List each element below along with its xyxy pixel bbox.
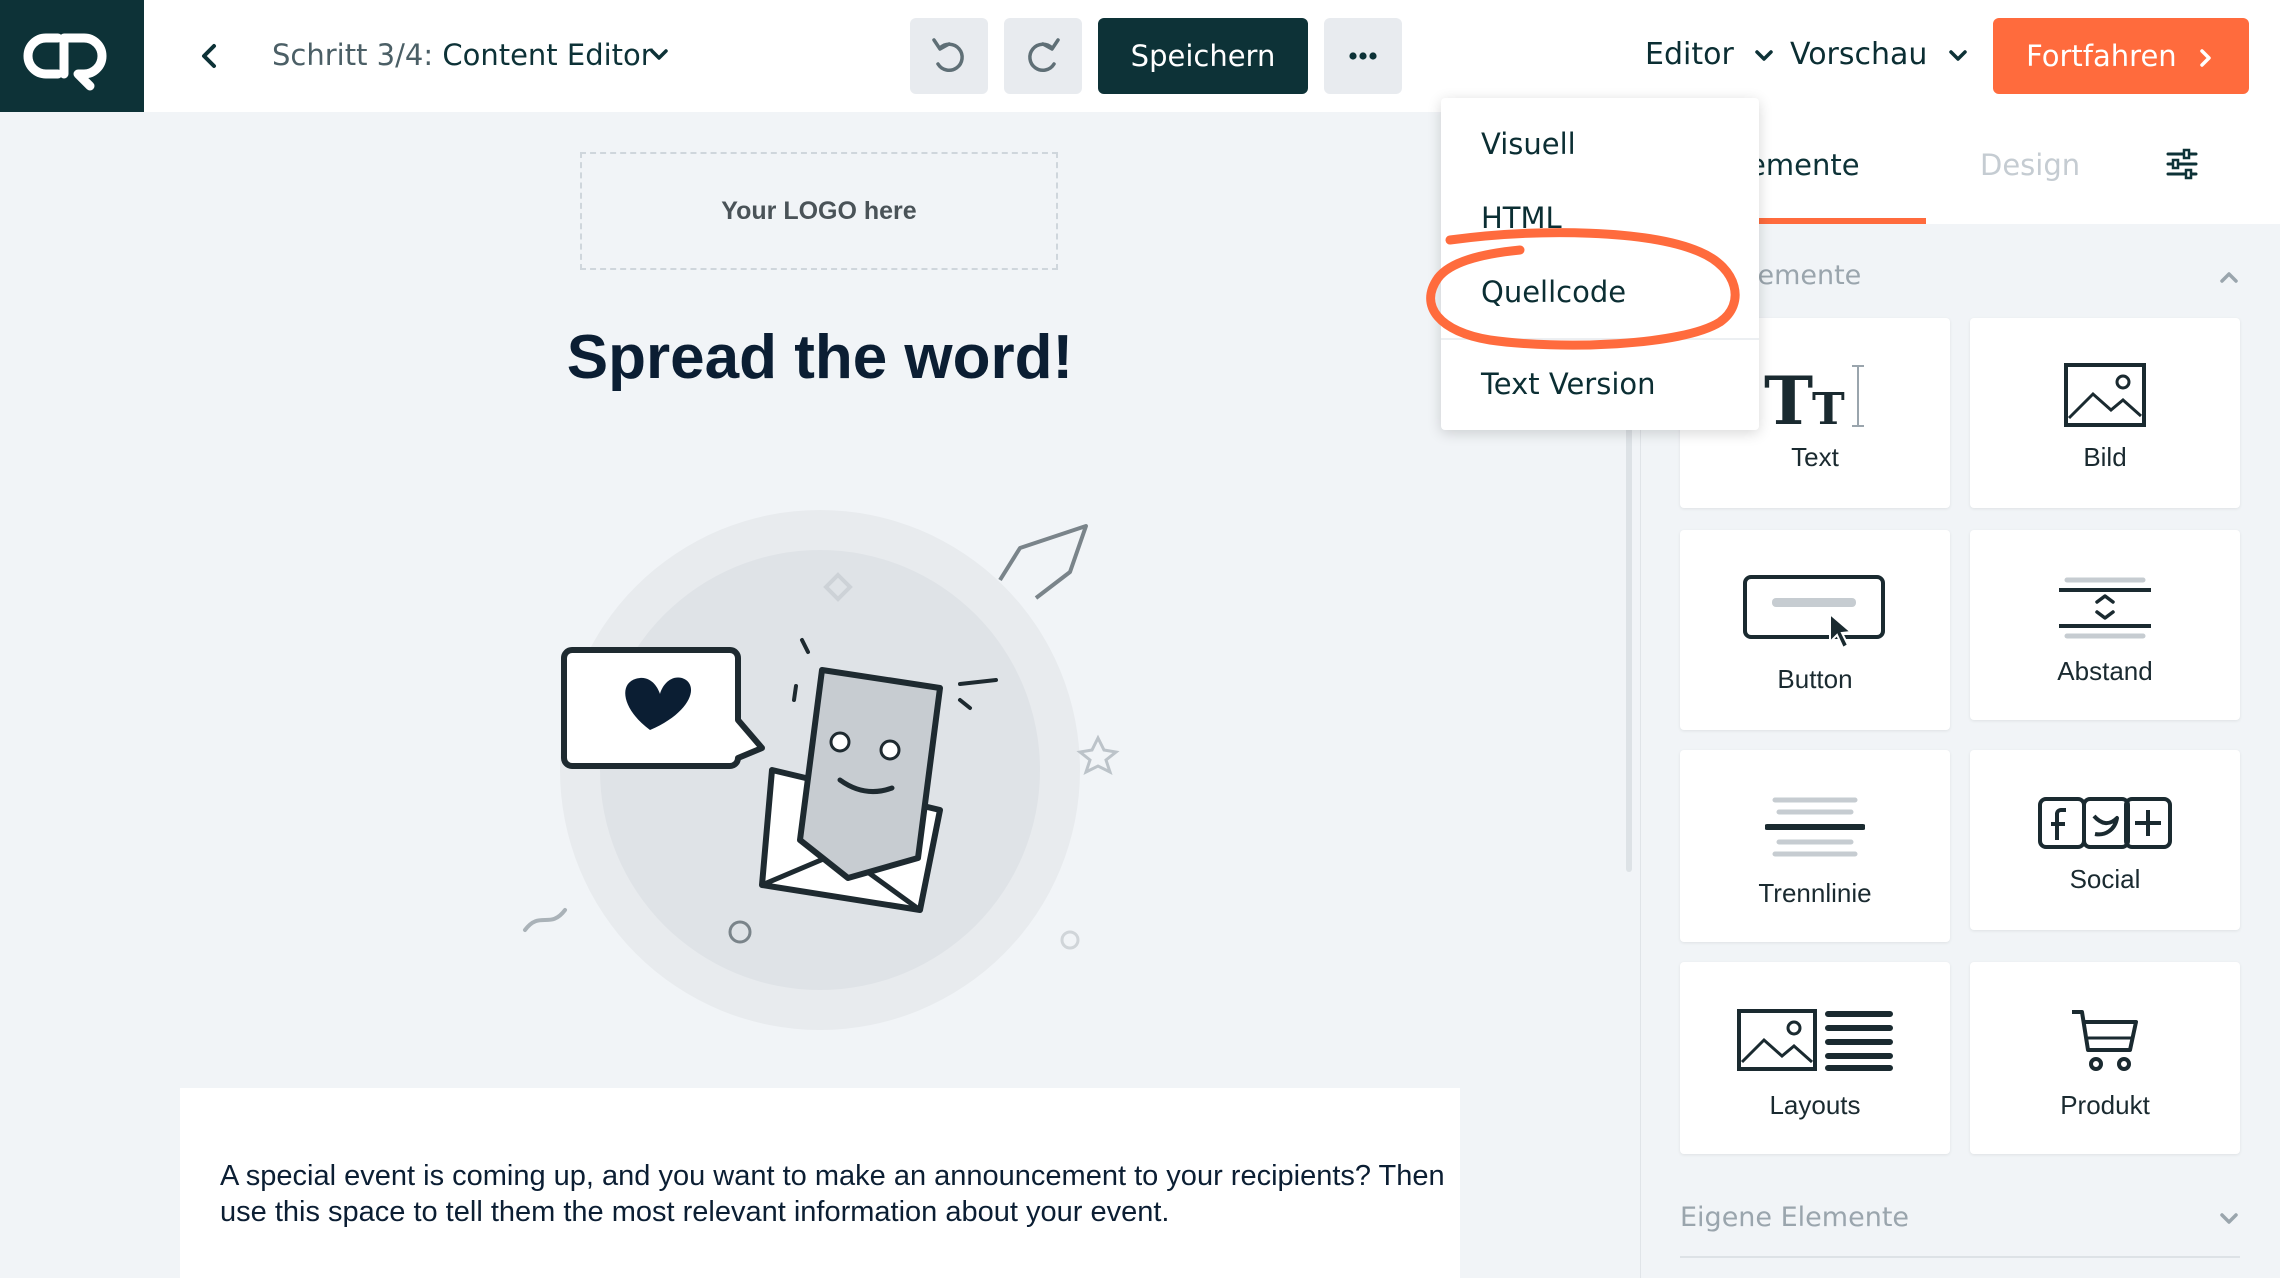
hero-illustration[interactable] [500,480,1120,1040]
divider-icon [1765,797,1865,857]
tile-label: Social [2069,864,2141,894]
tile-divider[interactable]: Trennlinie [1680,750,1950,942]
tile-label: Layouts [1769,1090,1861,1120]
chevron-down-icon [1949,49,1967,61]
chevron-down-icon [1755,49,1774,61]
continue-button-label: Fortfahren [2026,39,2177,73]
headline[interactable]: Spread the word! [300,318,1340,398]
more-options-button[interactable] [1324,18,1402,94]
redo-button[interactable] [1004,18,1082,94]
step-prefix: Schritt 3/4: [272,38,434,72]
menu-item-text-version[interactable]: Text Version [1481,362,1656,406]
chevron-down-icon[interactable] [2216,1206,2242,1232]
section-own-elements[interactable]: Eigene Elemente [1680,1198,1909,1238]
step-indicator[interactable]: Schritt 3/4: Content Editor [272,30,653,80]
redo-icon [1028,38,1060,72]
tile-social[interactable]: Social [1970,750,2240,930]
body-text[interactable]: A special event is coming up, and you wa… [220,1158,1460,1230]
tile-label: Produkt [2060,1090,2150,1120]
app-logo[interactable] [0,0,144,112]
back-arrow-icon[interactable] [196,38,220,74]
undo-button[interactable] [910,18,988,94]
social-icon [2038,797,2172,849]
cart-icon [2072,1010,2138,1071]
tile-label: Button [1777,664,1853,694]
logo-icon [23,33,107,91]
settings-sliders-icon[interactable] [2164,146,2200,182]
section-divider [1680,1256,2240,1258]
svg-text:T: T [1812,384,1845,432]
save-button[interactable]: Speichern [1098,18,1308,94]
menu-item-visual[interactable]: Visuell [1481,122,1576,166]
tab-design[interactable]: Design [1980,140,2080,190]
highlight-annotation [1420,222,1750,352]
preview-menu[interactable]: Vorschau [1790,30,1969,80]
preview-menu-label: Vorschau [1790,37,1928,72]
continue-button[interactable]: Fortfahren [1993,18,2249,94]
chevron-down-icon[interactable] [648,44,670,66]
logo-placeholder[interactable]: Your LOGO here [580,152,1058,270]
more-icon [1349,52,1377,60]
tile-spacing[interactable]: Abstand [1970,530,2240,720]
chevron-right-icon [2200,49,2211,67]
tile-button[interactable]: Button [1680,530,1950,730]
editor-menu[interactable]: Editor [1645,30,1775,80]
undo-icon [932,38,964,72]
tile-image[interactable]: Bild [1970,318,2240,508]
svg-text:T: T [1764,362,1813,432]
editor-menu-label: Editor [1645,37,1734,72]
tile-label: Abstand [2057,656,2153,686]
text-icon: T T [1764,362,1864,432]
spacing-icon [2059,577,2151,639]
tile-label: Text [1791,442,1839,472]
button-icon [1743,575,1885,650]
tile-product[interactable]: Produkt [1970,962,2240,1154]
image-icon [2064,363,2146,427]
step-title: Content Editor [442,38,653,72]
chevron-up-icon[interactable] [2216,264,2242,290]
layouts-icon [1737,1009,1893,1071]
tile-layouts[interactable]: Layouts [1680,962,1950,1154]
tile-label: Trennlinie [1758,878,1872,908]
tile-label: Bild [2083,442,2127,472]
